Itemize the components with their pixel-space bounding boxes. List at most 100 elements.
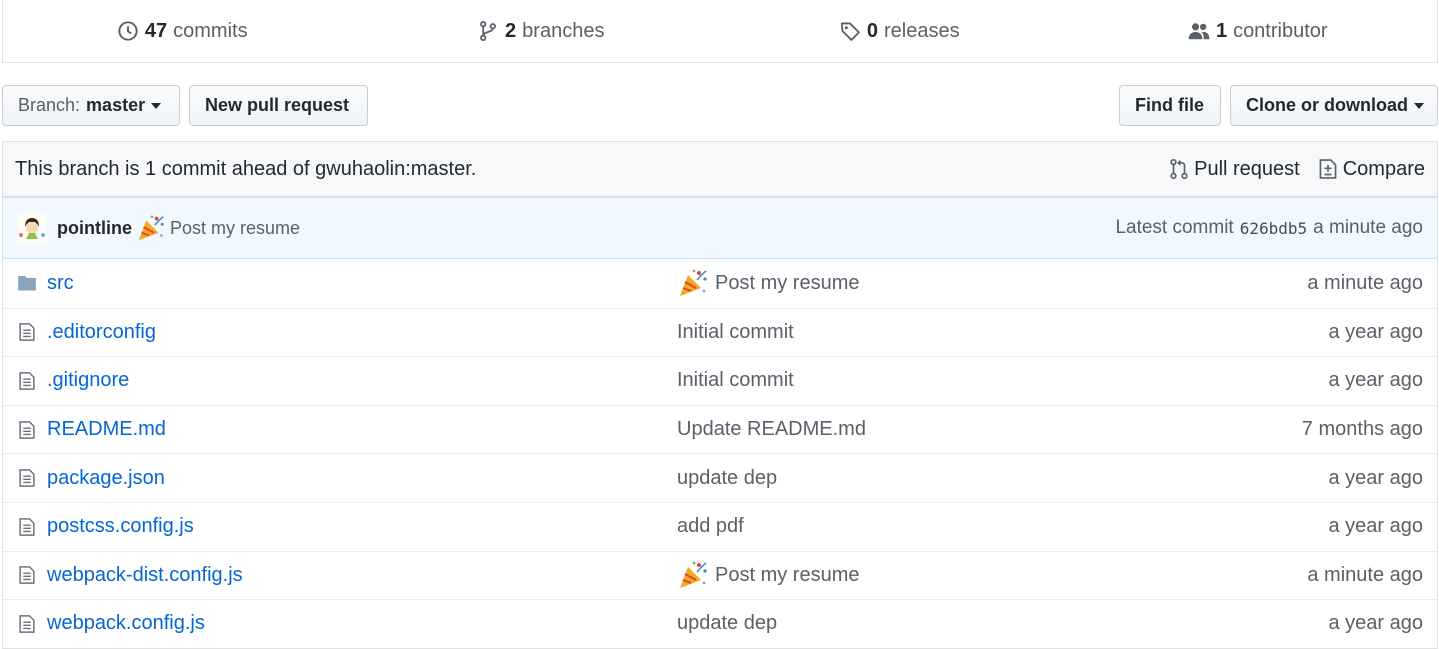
file-name-cell: webpack-dist.config.js	[17, 564, 677, 587]
file-commit-link[interactable]: add pdf	[677, 515, 744, 538]
branch-name: master	[86, 95, 146, 115]
commit-age: a minute ago	[1313, 217, 1423, 238]
party-popper-icon	[680, 561, 707, 589]
commit-author[interactable]: pointline	[57, 218, 132, 239]
contributors-link[interactable]: 1 contributor	[1079, 20, 1438, 43]
file-commit-link[interactable]: Update README.md	[677, 418, 866, 441]
file-row: .gitignore Initial commit a year ago	[3, 356, 1437, 405]
avatar[interactable]	[17, 213, 47, 243]
file-icon	[19, 615, 35, 633]
file-age: a minute ago	[1307, 563, 1423, 586]
commits-link[interactable]: 47 commits	[3, 20, 362, 43]
folder-icon	[18, 276, 36, 291]
file-icon	[19, 323, 35, 342]
file-commit-link[interactable]: Initial commit	[677, 321, 794, 344]
pull-request-icon	[1170, 158, 1188, 180]
file-icon	[19, 517, 35, 536]
contributors-count: 1	[1215, 19, 1228, 42]
file-name-link[interactable]: package.json	[47, 467, 165, 490]
file-row: src Post my resume a minute ago	[3, 259, 1437, 308]
new-pull-request-button[interactable]: New pull request	[189, 85, 368, 126]
file-commit-link[interactable]: update dep	[677, 612, 777, 635]
commit-message[interactable]: Post my resume	[170, 218, 300, 239]
clone-download-label: Clone or download	[1246, 95, 1408, 115]
file-name-link[interactable]: .gitignore	[47, 369, 129, 392]
compare-label: Compare	[1342, 157, 1425, 180]
file-name-link[interactable]: postcss.config.js	[47, 515, 194, 538]
branch-ahead-notice: This branch is 1 commit ahead of gwuhaol…	[2, 141, 1438, 197]
file-name-cell: .gitignore	[17, 369, 677, 392]
file-commit-link[interactable]: Post my resume	[715, 272, 859, 295]
file-commit-message: update dep	[677, 612, 1163, 635]
party-popper-icon	[680, 269, 707, 297]
compare-link[interactable]: Compare	[1318, 158, 1425, 181]
file-icon	[19, 566, 35, 585]
file-commit-message: Post my resume	[677, 267, 1163, 299]
releases-link[interactable]: 0 releases	[720, 20, 1079, 43]
latest-commit-prefix: Latest commit	[1115, 217, 1234, 238]
branch-icon	[480, 21, 496, 41]
file-name-link[interactable]: .editorconfig	[47, 321, 156, 344]
file-name-cell: README.md	[17, 418, 677, 441]
file-row: README.md Update README.md 7 months ago	[3, 404, 1437, 454]
file-age: a year ago	[1328, 369, 1423, 392]
repo-summary-bar: 47 commits 2 branches 0 releases 1 contr…	[2, 0, 1438, 63]
file-row: webpack-dist.config.js Post my resume a mi…	[3, 550, 1437, 600]
file-row: webpack.config.js update dep a year ago	[3, 599, 1437, 648]
file-commit-message: Initial commit	[677, 369, 1163, 392]
file-name-link[interactable]: webpack-dist.config.js	[47, 564, 243, 587]
file-name-cell: webpack.config.js	[17, 612, 677, 635]
caret-down-icon	[1414, 102, 1424, 109]
file-name-cell: package.json	[17, 467, 677, 490]
clone-download-button[interactable]: Clone or download	[1230, 85, 1438, 126]
file-commit-link[interactable]: update dep	[677, 467, 777, 490]
commits-label: commits	[173, 19, 248, 42]
branch-prefix: Branch:	[18, 95, 81, 115]
file-commit-link[interactable]: Initial commit	[677, 369, 794, 392]
file-age: a year ago	[1328, 320, 1423, 343]
file-commit-message: update dep	[677, 467, 1163, 490]
file-icon	[19, 420, 35, 439]
file-age: a year ago	[1328, 466, 1423, 489]
file-icon	[19, 372, 35, 390]
file-commit-message: Initial commit	[677, 321, 1163, 344]
file-row: .editorconfig Initial commit a year ago	[3, 307, 1437, 357]
file-commit-message: Post my resume	[677, 559, 1163, 591]
people-icon	[1188, 23, 1210, 40]
file-name-cell: .editorconfig	[17, 321, 677, 344]
pull-request-label: Pull request	[1194, 157, 1300, 180]
file-age: a minute ago	[1307, 271, 1423, 294]
releases-label: releases	[884, 19, 960, 42]
file-icon	[19, 469, 35, 488]
file-age: a year ago	[1328, 612, 1423, 635]
party-popper-icon	[138, 215, 164, 241]
file-list: src Post my resume a minute ago .editorconf…	[2, 259, 1438, 649]
releases-count: 0	[866, 19, 878, 42]
branches-link[interactable]: 2 branches	[362, 20, 721, 43]
history-icon	[118, 21, 138, 41]
compare-icon	[1319, 159, 1337, 179]
branch-select-button[interactable]: Branch: master	[2, 85, 180, 126]
commit-sha[interactable]: 626bdb5	[1240, 219, 1307, 238]
file-name-cell: postcss.config.js	[17, 515, 677, 538]
file-row: postcss.config.js add pdf a year ago	[3, 501, 1437, 551]
caret-down-icon	[151, 102, 162, 109]
tag-icon	[840, 22, 860, 41]
find-file-button[interactable]: Find file	[1119, 85, 1221, 126]
file-row: package.json update dep a year ago	[3, 453, 1437, 502]
file-commit-link[interactable]: Post my resume	[715, 564, 859, 587]
ahead-text: This branch is 1 commit ahead of gwuhaol…	[15, 157, 477, 180]
file-name-link[interactable]: README.md	[47, 418, 166, 441]
pull-request-link[interactable]: Pull request	[1169, 158, 1300, 181]
file-commit-message: Update README.md	[677, 418, 1163, 441]
file-name-link[interactable]: src	[47, 272, 74, 295]
contributors-label: contributor	[1233, 19, 1328, 42]
file-age: a year ago	[1328, 515, 1423, 538]
commits-count: 47	[144, 19, 168, 42]
branches-count: 2	[505, 19, 517, 42]
file-name-link[interactable]: webpack.config.js	[47, 612, 205, 635]
file-commit-message: add pdf	[677, 515, 1163, 538]
branches-label: branches	[522, 19, 605, 42]
file-name-cell: src	[17, 272, 677, 295]
latest-commit-bar: pointline Post my resume Latest commit 6…	[2, 197, 1438, 259]
